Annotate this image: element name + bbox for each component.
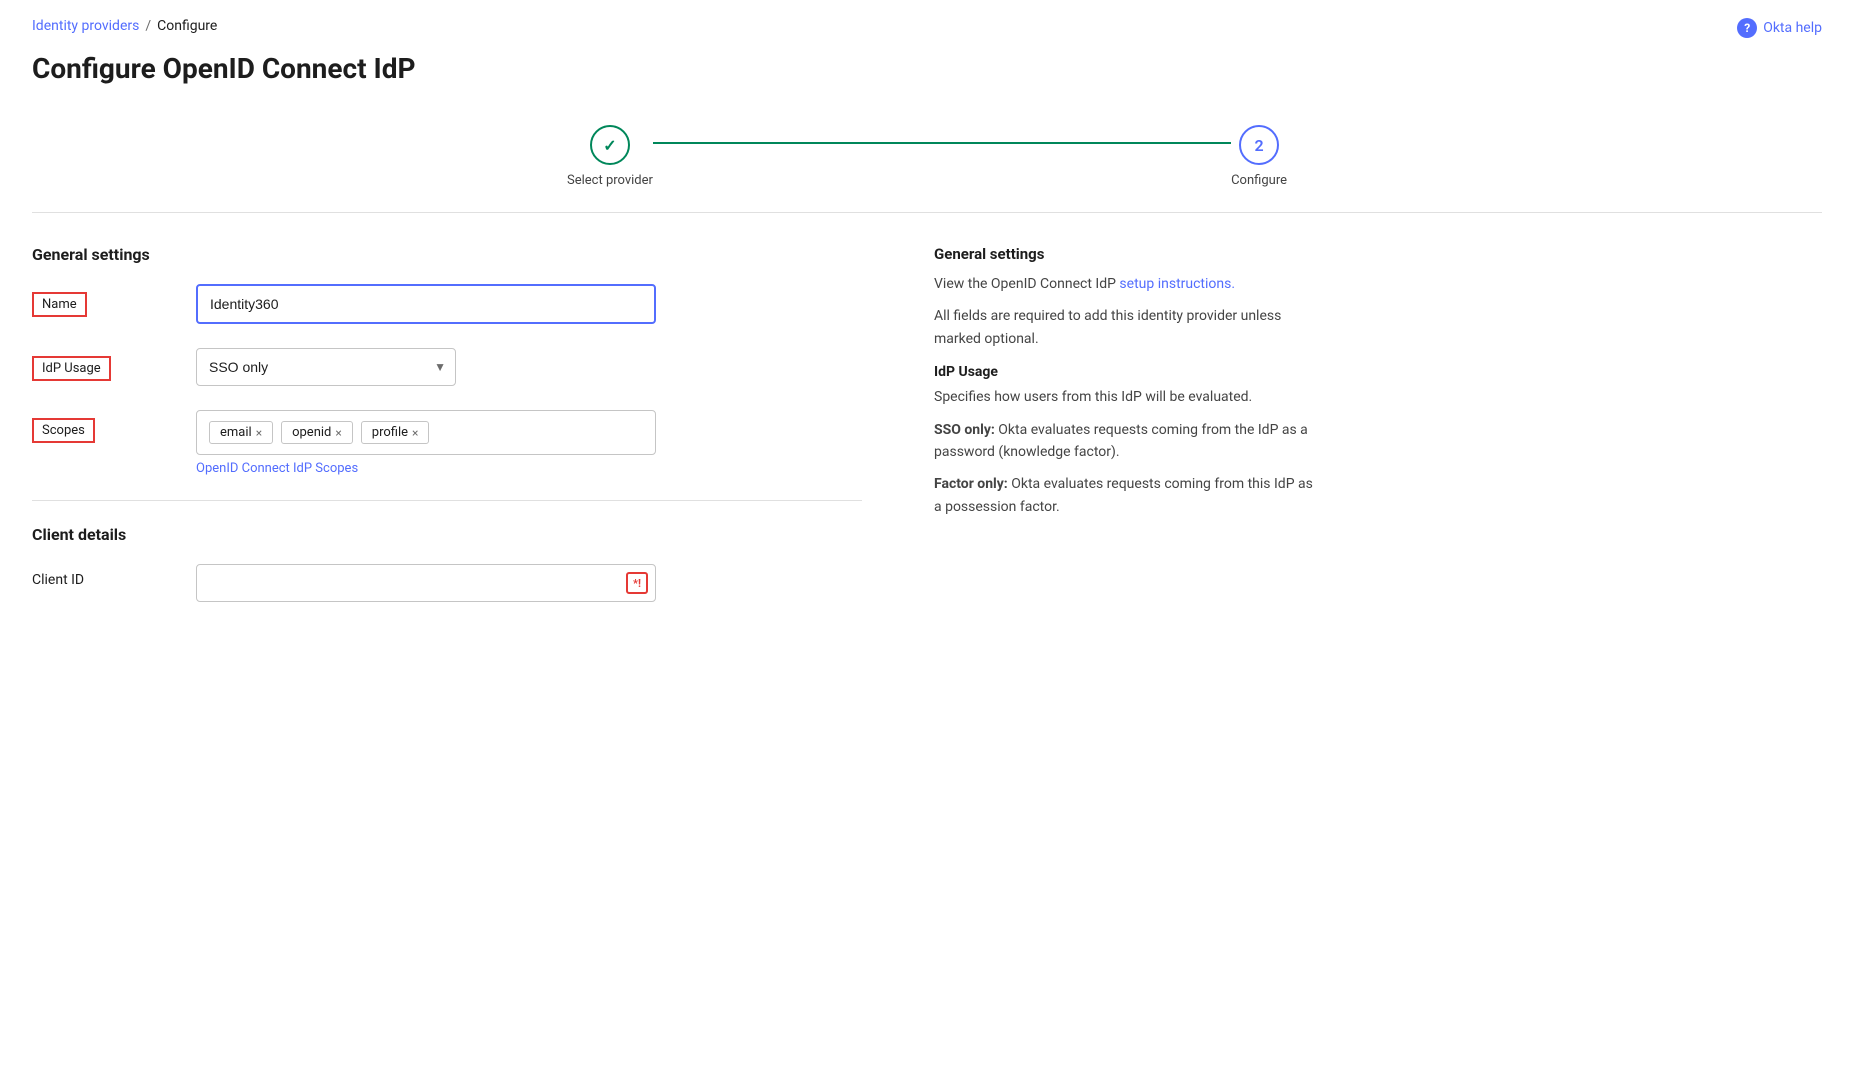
client-id-field-row: Client ID *! [32,564,862,602]
general-settings-section: General settings Name Identity360 IdP Us… [32,245,862,476]
required-badge: *! [626,572,648,594]
step-1-circle: ✓ [590,125,630,165]
stepper: ✓ Select provider 2 Configure [0,109,1854,212]
tag-email: email × [209,421,273,444]
client-id-input-wrapper: *! [196,564,656,602]
breadcrumb-current: Configure [157,18,217,34]
client-id-label: Client ID [32,572,84,588]
tag-profile: profile × [361,421,430,444]
breadcrumb: Identity providers / Configure [0,0,1854,44]
scopes-input-wrapper: email × openid × profile × OpenID Connec… [196,410,656,476]
help-fields-required-text: All fields are required to add this iden… [934,305,1322,350]
page-title: Configure OpenID Connect IdP [0,44,1854,109]
scopes-label: Scopes [32,418,95,443]
idp-usage-select-wrapper: SSO only Factor only ▼ [196,348,456,386]
help-idp-usage-description: Specifies how users from this IdP will b… [934,386,1322,408]
help-intro-text: View the OpenID Connect IdP setup instru… [934,273,1322,295]
form-section-divider [32,500,862,501]
name-field-row: Name Identity360 [32,284,862,324]
client-id-input[interactable] [196,564,656,602]
scopes-link[interactable]: OpenID Connect IdP Scopes [196,461,656,476]
client-details-title: Client details [32,525,862,544]
help-idp-usage-title: IdP Usage [934,364,1322,380]
tag-openid-remove[interactable]: × [335,427,341,439]
step-2: 2 Configure [1231,125,1287,188]
name-label-wrapper: Name [32,284,172,317]
scopes-tags-container[interactable]: email × openid × profile × [196,410,656,455]
idp-usage-label-wrapper: IdP Usage [32,348,172,381]
setup-instructions-link[interactable]: setup instructions. [1119,276,1235,292]
scopes-label-wrapper: Scopes [32,410,172,443]
help-link-text: Okta help [1763,20,1822,36]
breadcrumb-separator: / [145,18,151,34]
name-input-wrapper: Identity360 [196,284,656,324]
idp-usage-field-row: IdP Usage SSO only Factor only ▼ [32,348,862,386]
idp-usage-label: IdP Usage [32,356,111,381]
help-sso-only-text: SSO only: Okta evaluates requests coming… [934,419,1322,464]
name-label: Name [32,292,87,317]
tag-openid: openid × [281,421,353,444]
step-2-circle: 2 [1239,125,1279,165]
idp-usage-select[interactable]: SSO only Factor only [196,348,456,386]
breadcrumb-identity-providers-link[interactable]: Identity providers [32,18,139,34]
general-settings-title: General settings [32,245,862,264]
tag-email-remove[interactable]: × [256,427,262,439]
step-1: ✓ Select provider [567,125,653,188]
help-icon: ? [1737,18,1757,38]
okta-help-link[interactable]: ? Okta help [1737,18,1822,38]
client-id-label-wrapper: Client ID [32,564,172,588]
form-area: General settings Name Identity360 IdP Us… [32,245,902,626]
help-factor-only-label: Factor only: [934,476,1008,492]
step-connector-line [653,142,1231,144]
client-details-section: Client details Client ID *! [32,525,862,602]
idp-usage-input-wrapper: SSO only Factor only ▼ [196,348,656,386]
help-panel: General settings View the OpenID Connect… [902,245,1322,626]
step-2-label: Configure [1231,173,1287,188]
tag-email-label: email [220,425,252,440]
help-factor-only-text: Factor only: Okta evaluates requests com… [934,473,1322,518]
tag-profile-remove[interactable]: × [412,427,418,439]
name-input[interactable]: Identity360 [196,284,656,324]
step-1-label: Select provider [567,173,653,188]
tag-openid-label: openid [292,425,331,440]
scopes-field-row: Scopes email × openid × profile [32,410,862,476]
help-panel-title: General settings [934,245,1322,263]
help-sso-only-label: SSO only: [934,422,995,438]
tag-profile-label: profile [372,425,408,440]
